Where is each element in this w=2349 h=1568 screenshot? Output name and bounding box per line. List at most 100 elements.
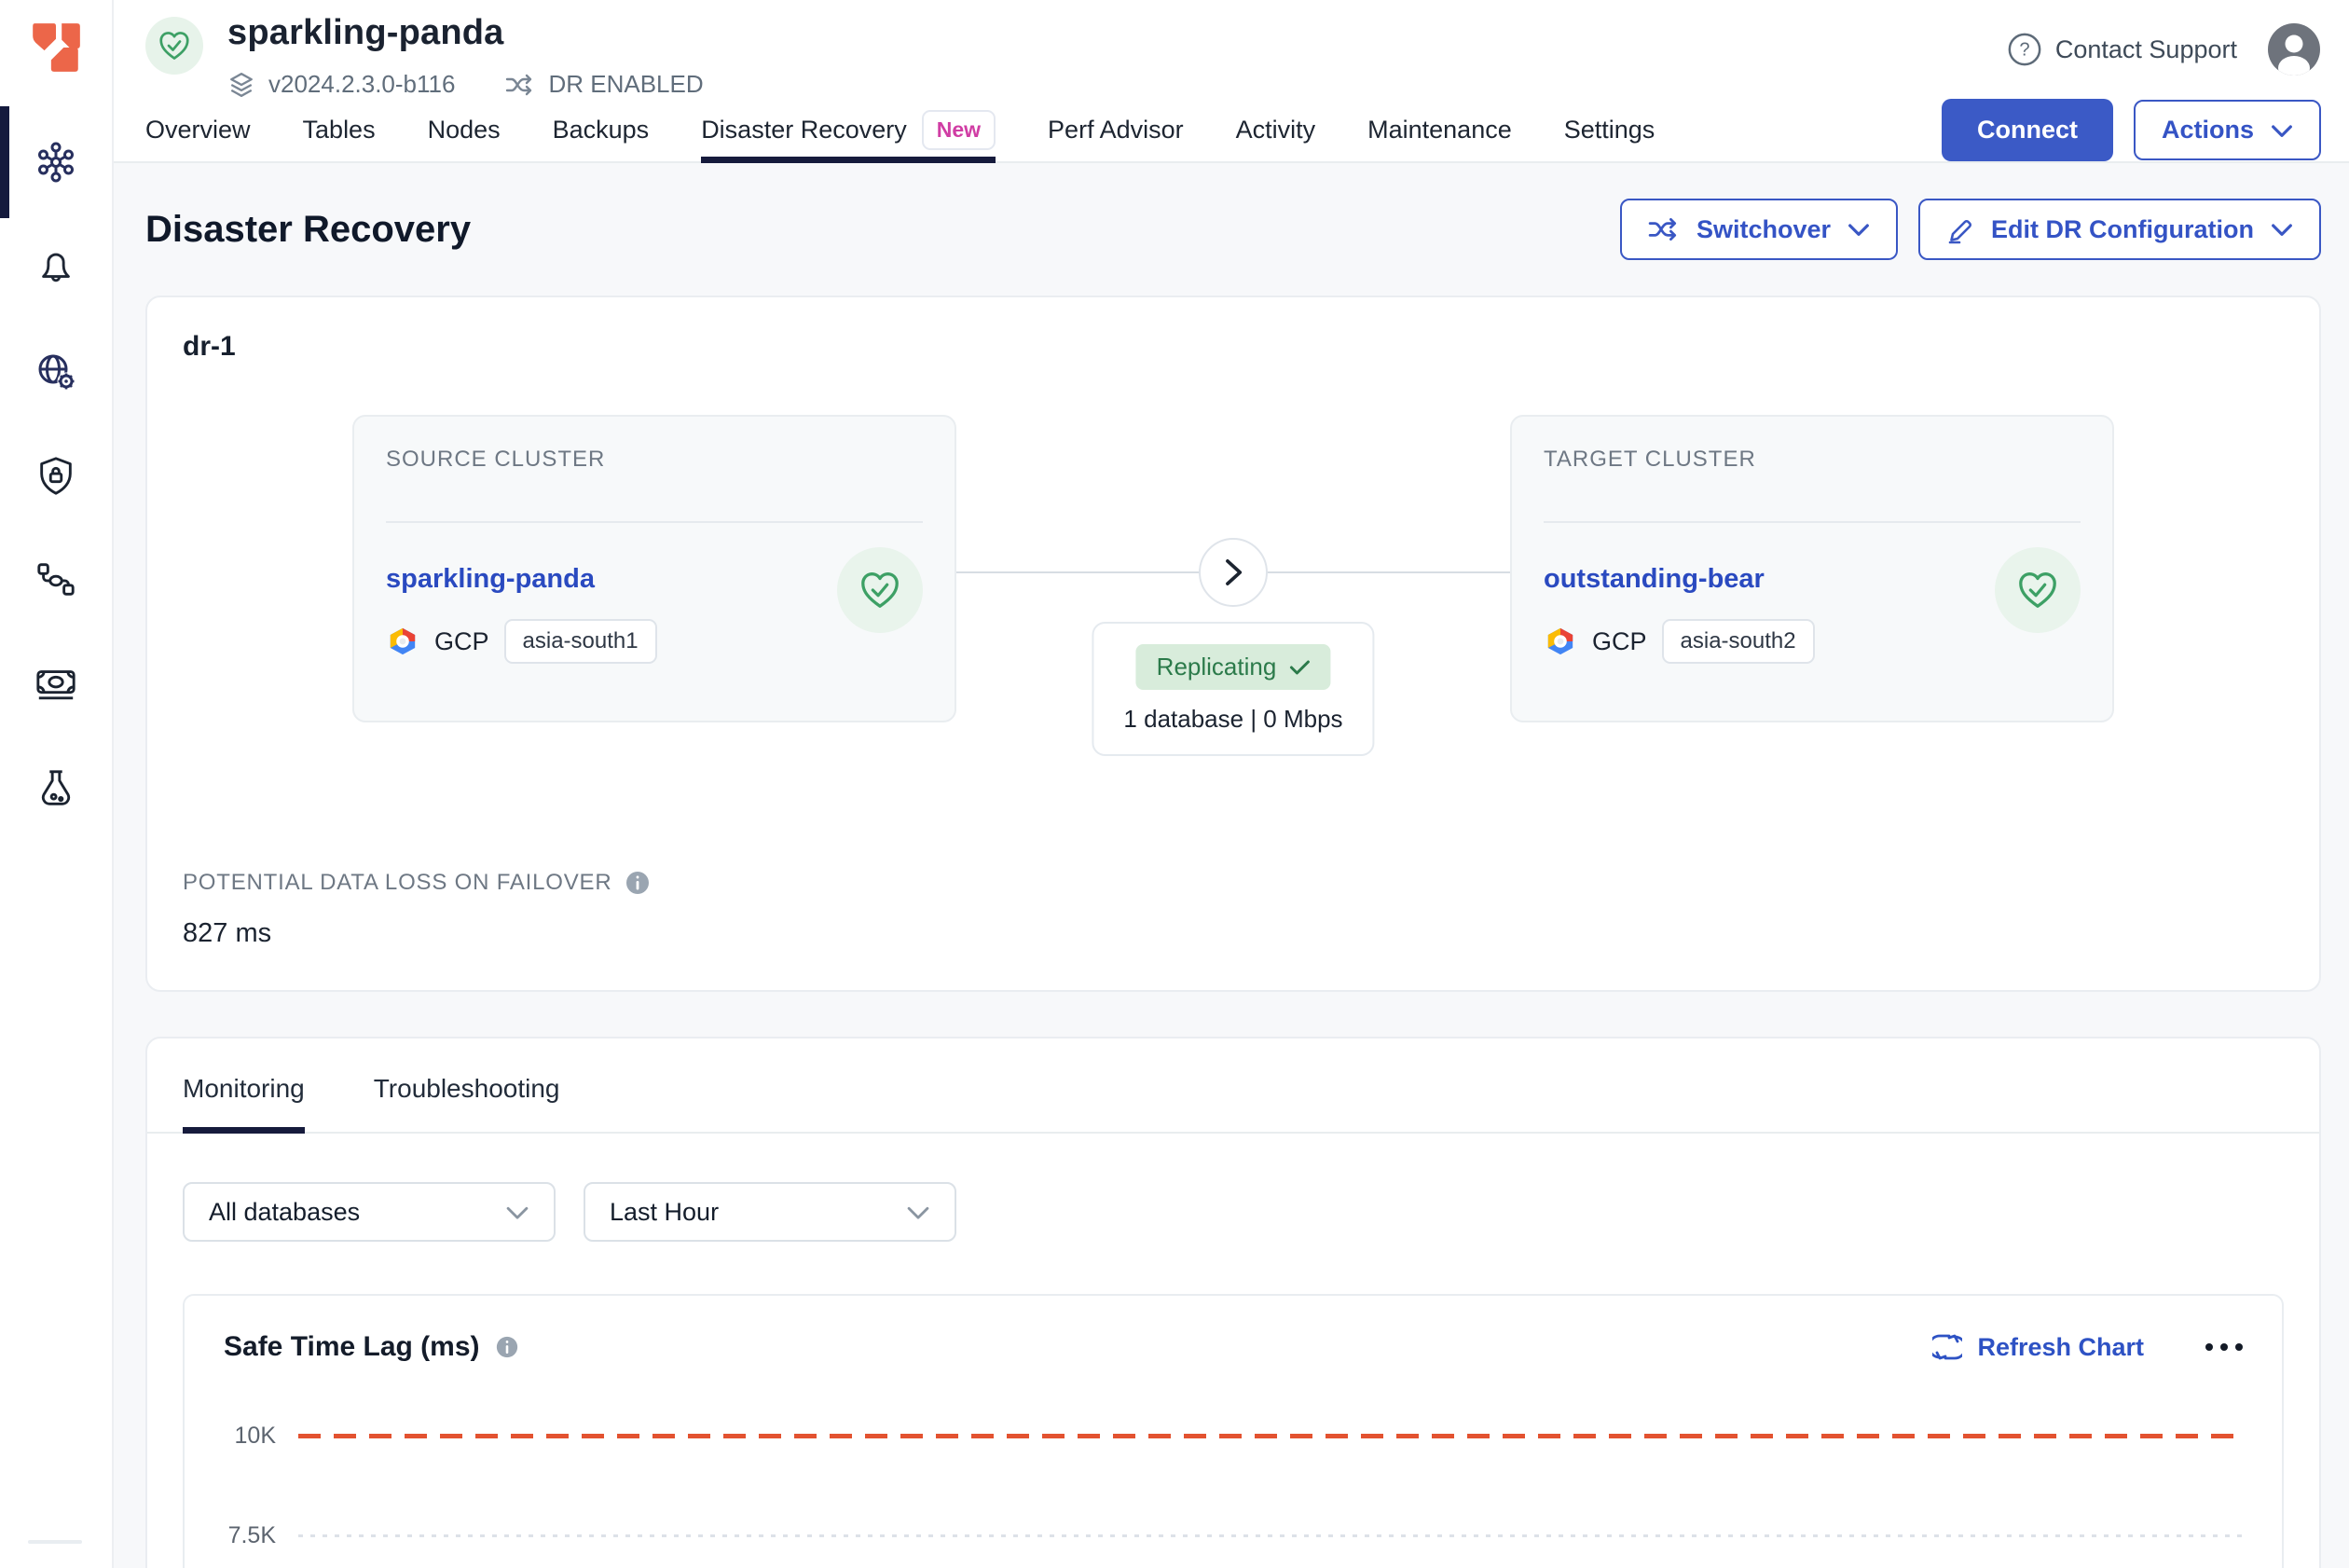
source-provider-name: GCP <box>434 627 489 656</box>
brand-logo[interactable] <box>0 0 112 110</box>
threshold-row: 10K <box>224 1423 2243 1450</box>
replication-status-card: Replicating 1 database | 0 Mbps <box>1092 622 1374 756</box>
data-loss-value: 827 ms <box>183 918 2284 949</box>
cluster-nav-tabs: Overview Tables Nodes Backups Disaster R… <box>114 99 2349 163</box>
tab-activity[interactable]: Activity <box>1236 99 1316 161</box>
source-cluster-link[interactable]: sparkling-panda <box>386 564 595 595</box>
source-cluster-card: SOURCE CLUSTER sparkling-panda GC <box>352 415 956 722</box>
replication-direction-badge <box>1199 538 1268 607</box>
chart-header-actions: Refresh Chart <box>1932 1331 2243 1363</box>
yugabyte-logo-icon <box>27 19 85 76</box>
contact-support-label: Contact Support <box>2055 35 2237 64</box>
cluster-title-block: sparkling-panda v2024.2.3.0-b116 <box>227 13 704 99</box>
source-cluster-label: SOURCE CLUSTER <box>386 447 923 473</box>
actions-button[interactable]: Actions <box>2134 100 2321 160</box>
chart-header: Safe Time Lag (ms) <box>224 1331 2243 1363</box>
sidebar-item-billing[interactable] <box>0 632 112 736</box>
switchover-shuffle-icon <box>1648 216 1680 242</box>
target-cluster-label: TARGET CLUSTER <box>1544 447 2081 473</box>
page-content: Disaster Recovery Switchover <box>114 163 2349 1568</box>
y-axis-tick: 7.5K <box>224 1522 298 1549</box>
version-label: v2024.2.3.0-b116 <box>268 70 455 99</box>
tab-perf-advisor[interactable]: Perf Advisor <box>1048 99 1184 161</box>
gcp-icon <box>386 626 419 656</box>
tab-settings[interactable]: Settings <box>1564 99 1655 161</box>
info-icon[interactable] <box>625 870 651 896</box>
connect-button[interactable]: Connect <box>1942 99 2113 161</box>
sidebar-item-regions[interactable] <box>0 319 112 423</box>
sidebar <box>0 0 114 1568</box>
sidebar-bottom-divider <box>28 1540 82 1544</box>
target-health-badge <box>1995 547 2081 633</box>
data-loss-label: POTENTIAL DATA LOSS ON FAILOVER <box>183 870 611 896</box>
monitoring-tabs: Monitoring Troubleshooting <box>147 1038 2319 1134</box>
y-axis-tick: 10K <box>224 1423 298 1450</box>
refresh-icon <box>1932 1331 1962 1363</box>
data-loss-label-row: POTENTIAL DATA LOSS ON FAILOVER <box>183 870 2284 896</box>
chevron-down-icon <box>2271 123 2293 138</box>
tab-maintenance[interactable]: Maintenance <box>1367 99 1512 161</box>
page-title: Disaster Recovery <box>145 209 471 251</box>
chart-title-row: Safe Time Lag (ms) <box>224 1331 519 1363</box>
refresh-chart-button[interactable]: Refresh Chart <box>1932 1331 2144 1363</box>
heart-check-icon <box>158 29 191 62</box>
chevron-down-icon <box>2271 222 2293 237</box>
version-layers-icon <box>227 71 255 99</box>
sidebar-item-integrations[interactable] <box>0 528 112 632</box>
heart-check-icon <box>859 569 901 612</box>
switchover-button[interactable]: Switchover <box>1620 199 1898 260</box>
source-health-badge <box>837 547 923 633</box>
time-range-select[interactable]: Last Hour <box>584 1182 956 1242</box>
replication-flow: SOURCE CLUSTER sparkling-panda GC <box>352 415 2114 810</box>
sidebar-item-alerts[interactable] <box>0 214 112 319</box>
tab-disaster-recovery[interactable]: Disaster Recovery New <box>701 99 996 161</box>
dr-config-name: dr-1 <box>183 331 2284 363</box>
dr-enabled-label: DR ENABLED <box>548 70 703 99</box>
billing-money-icon <box>34 663 77 706</box>
chart-options-menu[interactable] <box>2205 1343 2243 1351</box>
target-cluster-link[interactable]: outstanding-bear <box>1544 564 1765 595</box>
sidebar-item-clusters[interactable] <box>0 110 112 214</box>
monitoring-filters: All databases Last Hour <box>183 1182 2284 1242</box>
info-icon[interactable] <box>495 1335 519 1359</box>
chevron-down-icon <box>906 1204 930 1220</box>
tab-monitoring[interactable]: Monitoring <box>183 1074 305 1132</box>
gridline-dotted <box>298 1534 2243 1537</box>
regions-globe-gear-icon <box>34 349 78 393</box>
source-provider-row: GCP asia-south1 <box>386 619 923 664</box>
cluster-health-badge <box>145 17 203 75</box>
safe-time-lag-chart-card: Safe Time Lag (ms) <box>183 1294 2284 1568</box>
contact-support-link[interactable]: ? Contact Support <box>2007 32 2237 67</box>
sidebar-item-security[interactable] <box>0 423 112 528</box>
page-title-row: Disaster Recovery Switchover <box>145 199 2321 260</box>
user-avatar[interactable] <box>2267 22 2321 76</box>
gridline-row: 7.5K <box>224 1522 2243 1549</box>
replication-detail: 1 database | 0 Mbps <box>1123 705 1342 734</box>
threshold-dashed-line <box>298 1434 2243 1438</box>
target-provider-name: GCP <box>1592 627 1647 656</box>
tab-backups[interactable]: Backups <box>553 99 650 161</box>
top-header: sparkling-panda v2024.2.3.0-b116 <box>114 0 2349 99</box>
chevron-right-icon <box>1219 557 1247 588</box>
cluster-meta-row: v2024.2.3.0-b116 DR ENABLED <box>227 70 704 99</box>
question-circle-icon: ? <box>2007 32 2042 67</box>
clusters-icon <box>34 140 78 185</box>
source-region-chip: asia-south1 <box>504 619 657 664</box>
target-cluster-card: TARGET CLUSTER outstanding-bear G <box>1510 415 2114 722</box>
tab-nodes[interactable]: Nodes <box>428 99 501 161</box>
sidebar-item-labs[interactable] <box>0 736 112 841</box>
page-title-actions: Switchover Edit DR Configuration <box>1620 199 2321 260</box>
tab-troubleshooting[interactable]: Troubleshooting <box>374 1074 560 1132</box>
chart-title: Safe Time Lag (ms) <box>224 1331 480 1363</box>
nav-action-buttons: Connect Actions <box>1942 99 2321 161</box>
chevron-down-icon <box>505 1204 529 1220</box>
labs-flask-icon <box>34 767 77 810</box>
new-badge: New <box>922 110 996 150</box>
edit-dr-configuration-button[interactable]: Edit DR Configuration <box>1918 199 2321 260</box>
edit-pencil-icon <box>1946 214 1974 244</box>
dr-shuffle-icon <box>505 73 535 97</box>
tab-tables[interactable]: Tables <box>303 99 376 161</box>
alerts-bell-icon <box>34 245 77 288</box>
database-select[interactable]: All databases <box>183 1182 556 1242</box>
tab-overview[interactable]: Overview <box>145 99 251 161</box>
